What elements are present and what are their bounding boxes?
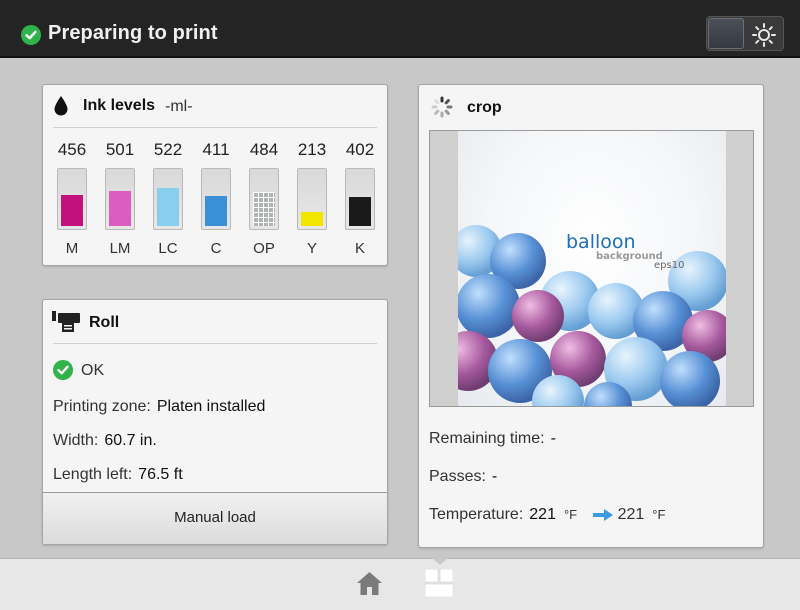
temperature-label: Temperature: <box>429 506 524 523</box>
ink-fill-bar <box>301 212 323 226</box>
ink-tank <box>153 168 183 230</box>
length-left-value: 76.5 ft <box>138 466 183 483</box>
job-card[interactable]: crop balloon background eps10 Remaining … <box>418 84 764 548</box>
ink-name: Y <box>306 240 317 257</box>
preview-subtitle: background <box>596 251 663 262</box>
divider <box>53 127 377 128</box>
ink-name: C <box>210 240 222 257</box>
ink-value: 484 <box>249 140 279 159</box>
ink-value: 411 <box>202 140 230 159</box>
roll-status-text: OK <box>81 362 105 379</box>
ink-name: LC <box>158 240 178 257</box>
ink-value: 456 <box>57 140 87 159</box>
sun-icon <box>752 23 776 47</box>
ink-cartridge-lm[interactable]: 501 LM <box>100 140 140 257</box>
ink-fill-bar <box>253 192 275 226</box>
ink-fill-bar <box>349 197 371 226</box>
ink-fill-bar <box>157 188 179 226</box>
width-row: Width: 60.7 in. <box>53 432 157 450</box>
ink-name: LM <box>109 240 131 257</box>
ink-fill-bar <box>109 191 131 226</box>
ink-cartridge-y[interactable]: 213 Y <box>292 140 332 257</box>
ink-name: M <box>65 240 79 257</box>
ink-name: K <box>354 240 365 257</box>
printing-zone-value: Platen installed <box>156 398 266 415</box>
ink-levels-title: Ink levels <box>83 97 156 114</box>
temperature-unit: °F <box>563 507 578 522</box>
home-icon[interactable] <box>356 571 383 596</box>
ink-cartridge-lc[interactable]: 522 LC <box>148 140 188 257</box>
active-indicator <box>432 558 448 565</box>
arrow-right-icon <box>592 508 613 521</box>
remaining-time-value: - <box>550 430 556 447</box>
loading-spinner-icon <box>431 96 453 118</box>
temperature-row: Temperature: 221 °F 221 °F <box>429 506 665 524</box>
top-status-bar: Preparing to print <box>0 0 800 58</box>
ink-tank <box>345 168 375 230</box>
brightness-toggle[interactable] <box>706 16 784 51</box>
remaining-time-row: Remaining time: - <box>429 430 556 448</box>
ink-value: 213 <box>297 140 327 159</box>
check-circle-icon <box>21 25 41 45</box>
ink-unit: -ml- <box>165 98 193 115</box>
ink-name: OP <box>253 240 275 257</box>
dashboard-icon[interactable] <box>425 569 453 597</box>
ink-fill-bar <box>205 196 227 226</box>
bottom-nav <box>0 558 800 610</box>
temperature-from: 221 <box>529 506 556 523</box>
ink-tank <box>105 168 135 230</box>
ink-levels-card[interactable]: Ink levels -ml- 456 M 501 LM 522 LC 411 C 484 OP 2… <box>42 84 388 266</box>
temperature-to: 221 <box>617 506 645 523</box>
ink-value: 522 <box>153 140 183 159</box>
ink-fill-bar <box>61 195 83 226</box>
ink-cartridge-c[interactable]: 411 C <box>196 140 236 257</box>
ink-tank <box>57 168 87 230</box>
ink-tank <box>201 168 231 230</box>
width-value: 60.7 in. <box>104 432 157 449</box>
ink-cartridge-k[interactable]: 402 K <box>340 140 380 257</box>
toggle-knob[interactable] <box>708 18 744 49</box>
preview-image: balloon background eps10 <box>458 131 726 406</box>
ink-value: 501 <box>105 140 135 159</box>
length-left-row: Length left: 76.5 ft <box>53 466 183 484</box>
passes-value: - <box>491 468 498 485</box>
job-preview[interactable]: balloon background eps10 <box>429 130 754 407</box>
ink-value: 402 <box>345 140 375 159</box>
printing-zone-label: Printing zone: <box>53 398 151 415</box>
status-title: Preparing to print <box>48 22 218 44</box>
ink-tank <box>249 168 279 230</box>
printing-zone-row: Printing zone: Platen installed <box>53 398 265 416</box>
roll-title: Roll <box>89 314 120 331</box>
passes-row: Passes: - <box>429 468 497 486</box>
ink-cartridge-m[interactable]: 456 M <box>52 140 92 257</box>
divider <box>53 343 377 344</box>
manual-load-button[interactable]: Manual load <box>43 492 387 544</box>
length-left-label: Length left: <box>53 466 133 483</box>
ink-tank <box>297 168 327 230</box>
width-label: Width: <box>53 432 99 449</box>
preview-format: eps10 <box>654 260 684 271</box>
job-title: crop <box>467 99 502 116</box>
roll-printer-icon <box>52 311 80 332</box>
ink-cartridge-op[interactable]: 484 OP <box>244 140 284 257</box>
ink-drop-icon <box>54 96 68 116</box>
temperature-unit: °F <box>652 507 666 522</box>
remaining-time-label: Remaining time: <box>429 430 545 447</box>
roll-card[interactable]: Roll OK Printing zone: Platen installed W… <box>42 299 388 545</box>
check-circle-icon <box>53 360 73 380</box>
preview-title: balloon <box>566 231 636 253</box>
main-panel: Ink levels -ml- 456 M 501 LM 522 LC 411 C 484 OP 2… <box>0 60 800 558</box>
balloon-artwork: balloon background eps10 <box>458 225 726 406</box>
passes-label: Passes: <box>429 468 486 485</box>
